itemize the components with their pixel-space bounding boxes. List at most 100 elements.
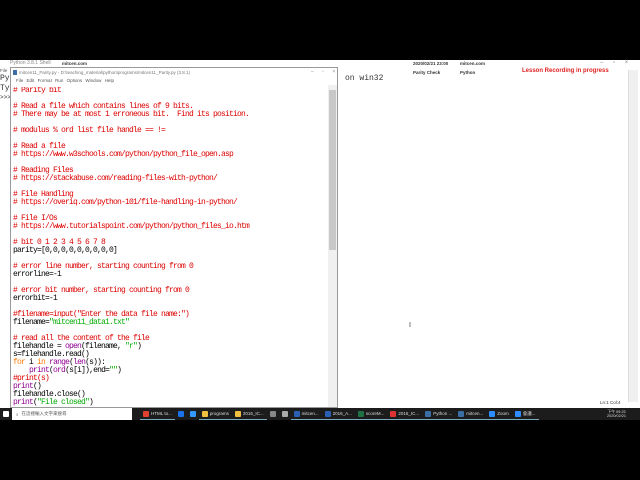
start-button[interactable] — [0, 408, 12, 420]
code-token: # https://overiq.com/python-101/file-han… — [13, 198, 238, 207]
menu-run[interactable]: Run — [55, 78, 63, 83]
app-label: 會議... — [522, 410, 536, 416]
taskbar-app[interactable] — [267, 408, 279, 420]
code-token: (s[i]),end= — [65, 366, 110, 375]
shell-file-menu[interactable]: File — [0, 68, 7, 73]
code-editor[interactable]: # Parity bit # Read a file which contains… — [13, 87, 327, 407]
code-line: filename="mitcen11_data1.txt" — [13, 319, 327, 327]
code-token: # https://stackabuse.com/reading-files-w… — [13, 174, 218, 183]
menu-options[interactable]: Options — [67, 78, 83, 83]
taskbar-app[interactable]: mitcen... — [455, 408, 487, 420]
overlay-topic: Parity Check — [413, 70, 441, 75]
code-token: parity=[0,0,0,0,0,0,0,0,0] — [13, 246, 118, 255]
scrollbar-thumb[interactable] — [329, 90, 336, 250]
code-line: #print(s) — [13, 375, 327, 383]
shell-line: Py — [0, 74, 10, 83]
shell-title: Python 3.8.1 Shell — [0, 60, 640, 67]
shell-line: Ty — [0, 84, 10, 93]
app-label: mitcen... — [301, 411, 319, 416]
app-icon — [269, 411, 276, 417]
app-icon — [234, 410, 241, 417]
code-token: "" — [109, 366, 118, 375]
editor-window: mitcen11_Parity.py - D:\teaching_materia… — [10, 67, 338, 408]
app-icon — [425, 410, 432, 417]
app-icon — [177, 411, 184, 417]
code-token: filename= — [13, 318, 50, 327]
code-token: ) — [117, 366, 122, 375]
taskbar-app[interactable] — [187, 408, 199, 420]
app-icon — [458, 410, 465, 417]
app-icon — [293, 410, 300, 417]
code-line: # https://overiq.com/python-101/file-han… — [13, 199, 327, 207]
code-token: ) — [137, 342, 142, 351]
app-label: scoreM... — [365, 411, 385, 416]
code-line: # Parity bit — [13, 87, 327, 95]
taskbar-app[interactable]: scoreM... — [354, 408, 388, 420]
app-label: 2016_IC... — [242, 411, 264, 416]
taskbar-app[interactable]: 2016_IC... — [387, 408, 423, 420]
windows-icon — [3, 411, 9, 417]
taskbar-app[interactable]: programs — [198, 408, 232, 420]
code-token: ) — [89, 398, 94, 407]
overlay-lang: Python — [460, 70, 476, 75]
taskbar-apps: HTML to... programs 2016_IC... mitcen... 201… — [140, 408, 539, 420]
taskbar-app[interactable]: Python ... — [422, 408, 456, 420]
clock[interactable]: 下午 09:25 2020/02/21 — [607, 410, 640, 419]
menu-file[interactable]: File — [16, 78, 23, 83]
code-line: # error bit number, starting counting fr… — [13, 287, 327, 295]
code-token: "mitcen11_data1.txt" — [49, 318, 130, 327]
app-label: HTML to... — [151, 411, 172, 416]
editor-window-controls[interactable]: – ▫ × — [311, 69, 335, 75]
shell-scrollbar[interactable] — [628, 70, 638, 402]
app-icon — [390, 410, 397, 417]
code-line: errorbit=-1 — [13, 295, 327, 303]
taskbar-app[interactable] — [279, 408, 291, 420]
clock-date: 2020/02/21 — [606, 414, 626, 418]
taskbar-app[interactable]: Zoom — [486, 408, 512, 420]
app-icon — [357, 410, 364, 417]
taskbar-app[interactable]: mitcen... — [290, 408, 322, 420]
watermark-site: mitcen.com — [62, 61, 88, 66]
taskbar-app[interactable]: 2016_IC... — [231, 408, 267, 420]
shell-window-controls[interactable]: – ▫ × — [600, 60, 628, 66]
app-label: Zoom — [497, 411, 509, 416]
taskbar-search[interactable]: ⌕ 在這裡輸入文字來搜尋 — [12, 408, 132, 420]
code-line: print("File closed") — [13, 399, 327, 407]
menu-edit[interactable]: Edit — [27, 78, 35, 83]
app-icon — [143, 410, 149, 417]
app-icon — [514, 410, 521, 417]
code-token: # Parity bit — [13, 87, 62, 95]
app-icon — [201, 410, 208, 417]
taskbar-app[interactable] — [175, 408, 187, 420]
search-icon: ⌕ — [16, 411, 19, 417]
code-line: # modulus % ord list file handle == != — [13, 127, 327, 135]
app-label: 2016_A... — [332, 411, 352, 416]
app-icon — [281, 411, 288, 417]
menu-format[interactable]: Format — [38, 78, 52, 83]
code-line: print(ord(s[i]),end="") — [13, 367, 327, 375]
code-line: parity=[0,0,0,0,0,0,0,0,0] — [13, 247, 327, 255]
code-token: errorline=-1 — [13, 270, 62, 279]
code-line: # There may be at most 1 erroneous bit. … — [13, 111, 327, 119]
app-label: mitcen... — [466, 411, 484, 416]
app-label: programs — [209, 411, 229, 416]
code-token: # https://www.w3schools.com/python/pytho… — [13, 150, 234, 159]
code-token: print — [13, 398, 34, 407]
taskbar: ⌕ 在這裡輸入文字來搜尋 HTML to... programs 2016_IC...… — [0, 408, 640, 420]
overlay-site: mitcen.com — [460, 61, 486, 66]
taskbar-app[interactable]: HTML to... — [140, 408, 175, 420]
overlay-datetime: 2020/02/21 23:00 — [413, 61, 449, 66]
app-icon — [324, 410, 331, 417]
recording-banner: Lesson Recording in progress — [522, 68, 609, 74]
code-token: # There may be at most 1 erroneous bit. … — [13, 110, 250, 119]
editor-menu-bar: File Edit Format Run Options Window Help — [11, 77, 337, 85]
editor-scrollbar[interactable] — [328, 85, 337, 407]
search-placeholder: 在這裡輸入文字來搜尋 — [21, 411, 67, 416]
taskbar-app[interactable]: 2016_A... — [321, 408, 355, 420]
taskbar-app[interactable]: 會議... — [511, 408, 539, 420]
app-label: 2016_IC... — [398, 411, 420, 416]
menu-window[interactable]: Window — [85, 78, 101, 83]
menu-help[interactable]: Help — [105, 78, 114, 83]
code-token: "File closed" — [37, 398, 90, 407]
